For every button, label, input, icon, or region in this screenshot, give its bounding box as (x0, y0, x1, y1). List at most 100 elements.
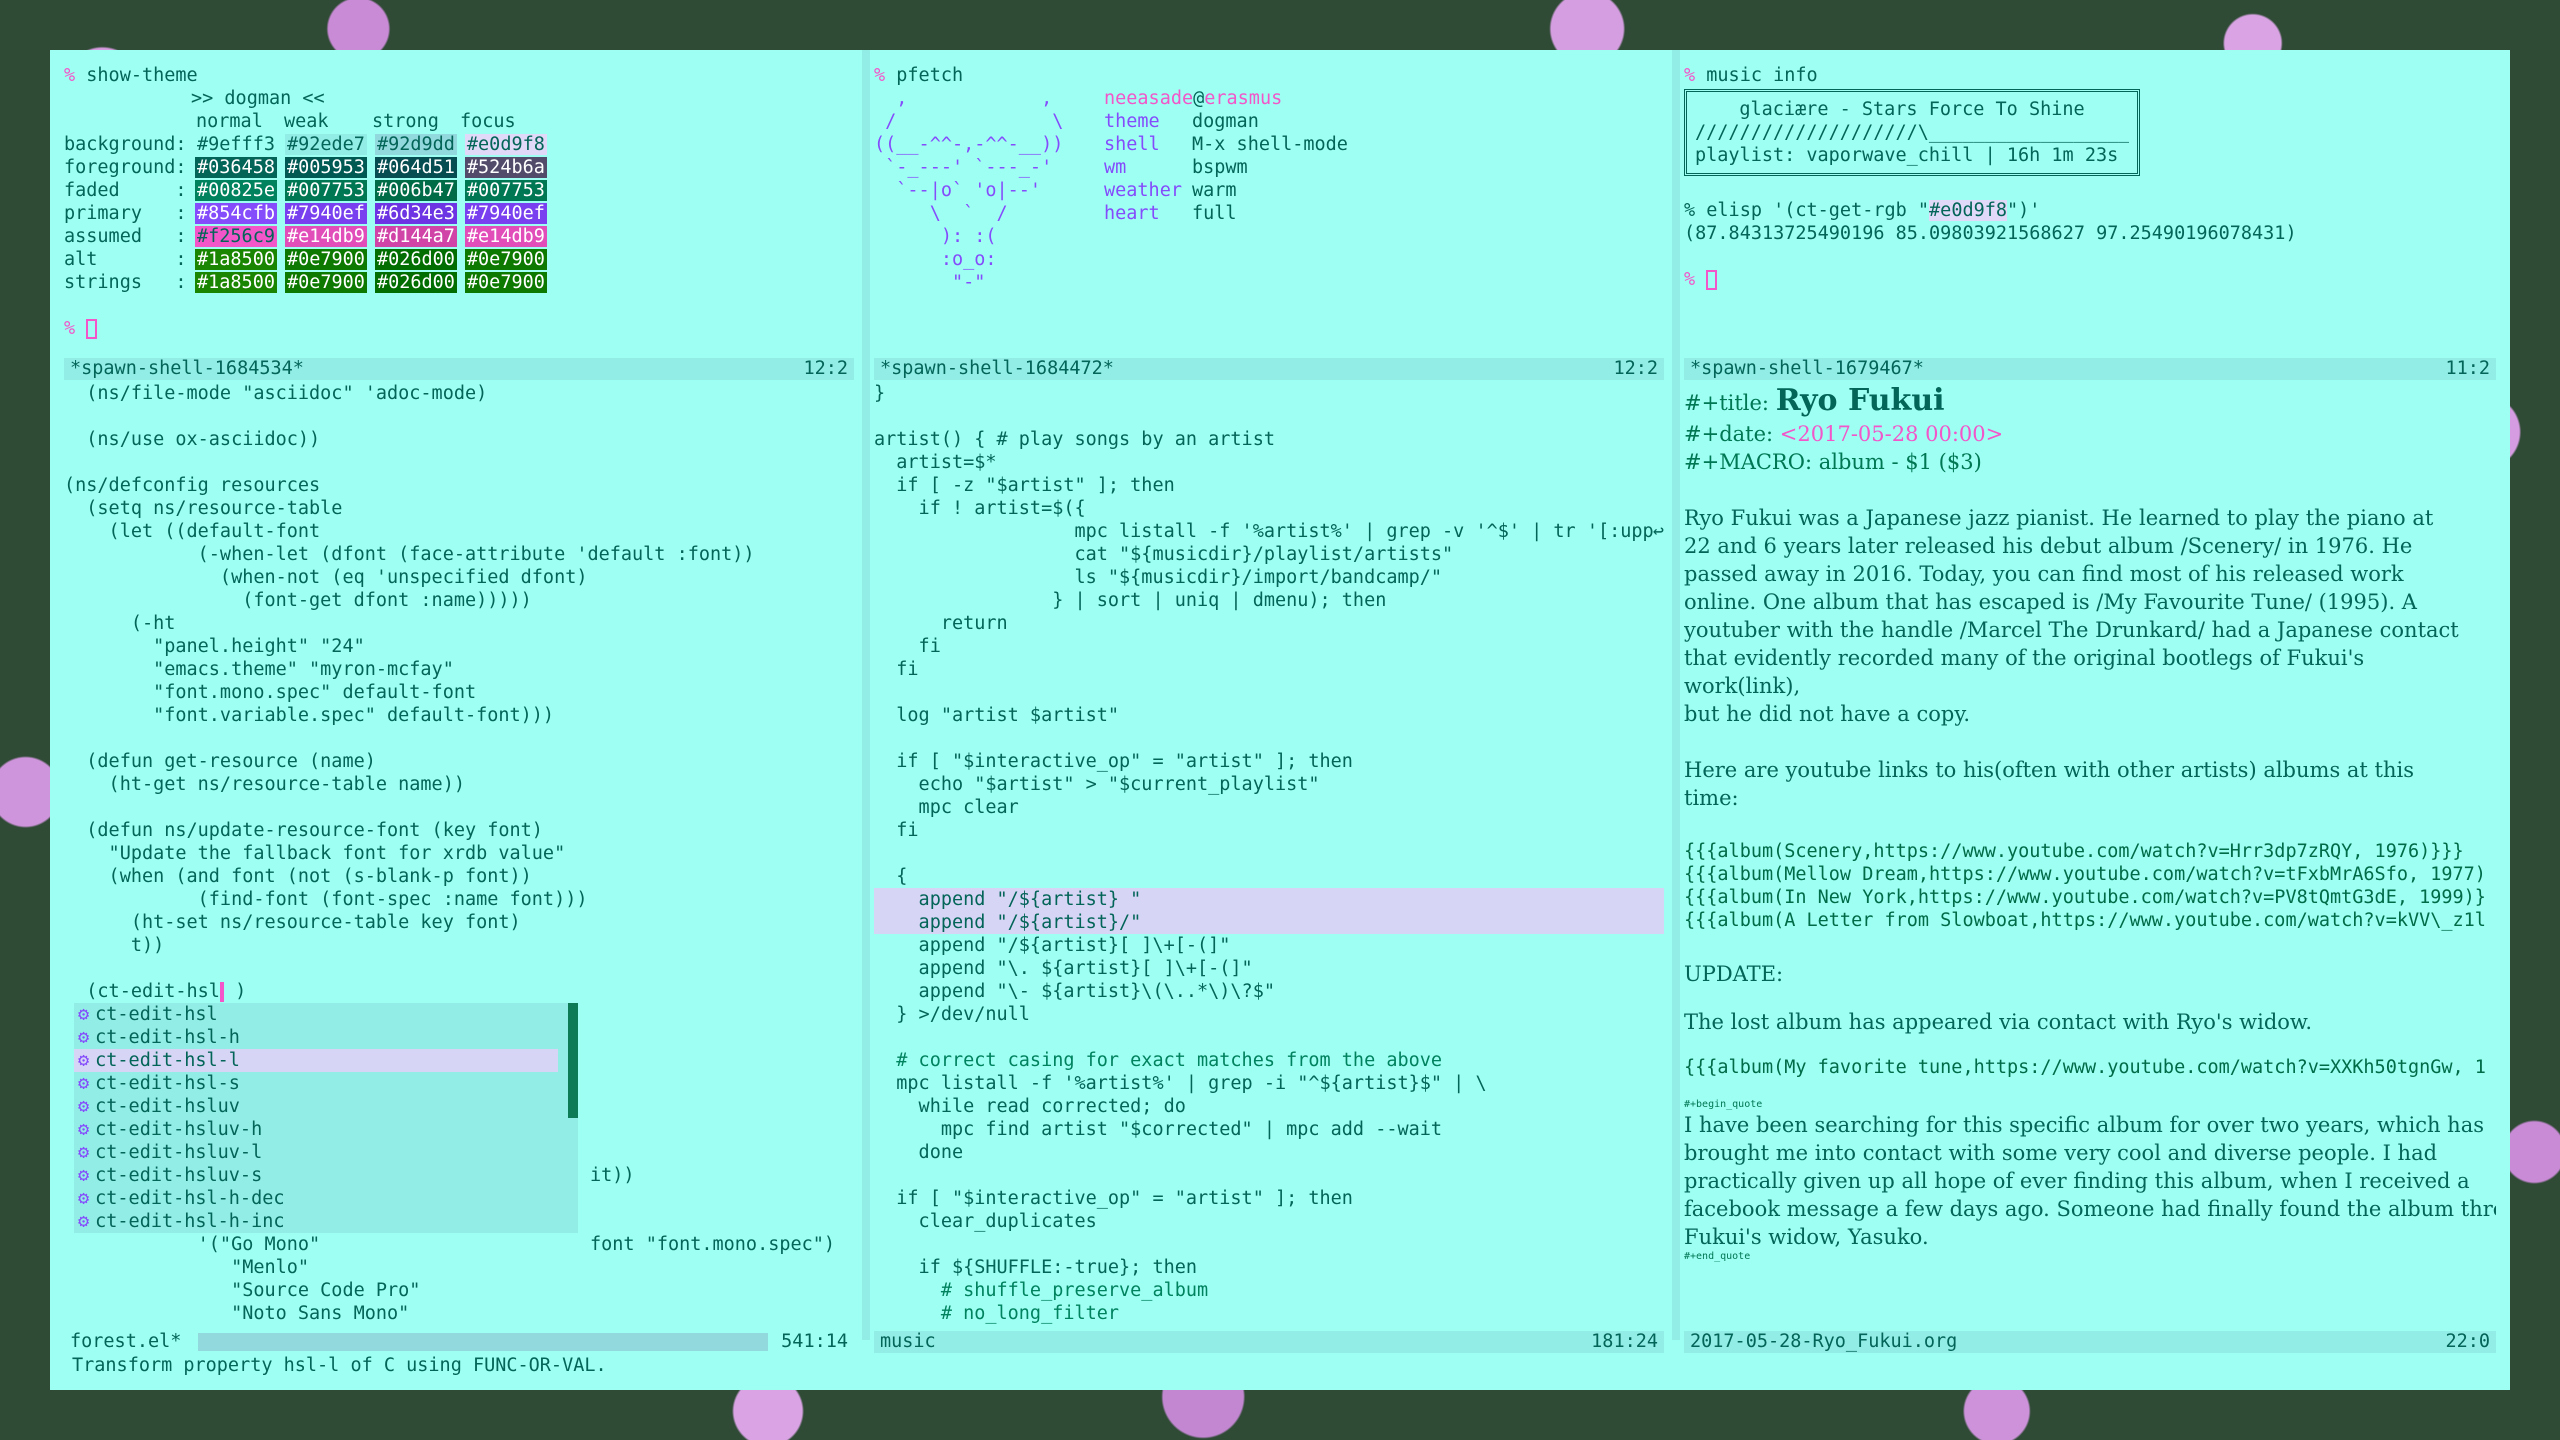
completion-popup[interactable]: ⚙ ct-edit-hsl ⚙ ct-edit-hsl-h ⚙ ct-edit-hsl-l… (74, 1003, 578, 1233)
code-line: log "artist $artist" (874, 705, 1120, 726)
completion-item[interactable]: ⚙ ct-edit-hsl (74, 1003, 558, 1026)
gear-icon: ⚙ (78, 1027, 90, 1048)
cursor-position: 12:2 (1613, 358, 1658, 379)
color-swatch: #524b6a (464, 157, 547, 178)
completion-item[interactable]: ⚙ ct-edit-hsl-s (74, 1072, 558, 1095)
elisp-prefix: % elisp '(ct-get-rgb " (1684, 200, 1930, 221)
buffer-name: forest.el* (70, 1331, 182, 1352)
completion-item[interactable]: ⚙ ct-edit-hsl-h-dec (74, 1187, 558, 1210)
code-line: } | sort | uniq | dmenu); then (874, 590, 1387, 611)
completion-label: ct-edit-hsl-h (95, 1027, 240, 1048)
pfetch-key: weather (1104, 180, 1182, 201)
theme-row: alt : #1a8500 #0e7900 #026d00 #0e7900 (64, 248, 854, 271)
completion-item[interactable]: ⚙ ct-edit-hsluv (74, 1095, 558, 1118)
pfetch-info-row: wm bspwm (1104, 156, 1348, 179)
modeline-shell-2[interactable]: *spawn-shell-1684472* 12:2 (874, 358, 1664, 380)
theme-row-label: primary : (64, 203, 187, 224)
color-swatch: #1a8500 (195, 272, 277, 293)
ascii-art-line: `-_---' `---_-' (874, 157, 1053, 178)
pfetch-info-rows: theme dogman shell M-x shell-mode wm bspwm wea… (1104, 110, 1348, 225)
org-pane[interactable]: #+title: Ryo Fukui #+date: <2017-05-28 0… (1684, 382, 2496, 1328)
color-swatch: #e14db9 (464, 226, 547, 247)
now-playing-title: glaciære - Stars Force To Shine (1739, 99, 2085, 120)
code-line: (ct-edit-hsl ) (64, 981, 247, 1002)
org-keyword: #+date: (1684, 422, 1780, 446)
pfetch-info: neeasade@erasmus theme dogman shell M-x she… (1104, 87, 1348, 225)
window-divider[interactable] (1672, 50, 1680, 1340)
window-divider[interactable] (862, 50, 870, 1340)
color-swatch: #0e7900 (284, 249, 367, 270)
elisp-result: (87.84313725490196 85.09803921568627 97.… (1684, 223, 2297, 244)
pfetch-info-row: heart full (1104, 202, 1348, 225)
gear-icon: ⚙ (78, 1096, 90, 1117)
cursor-position: 12:2 (803, 358, 848, 379)
music-pane[interactable]: % music info glaciære - Stars Force To S… (1684, 64, 2496, 354)
completion-item[interactable]: ⚙ ct-edit-hsl-l (74, 1049, 558, 1072)
elisp-editor-pane[interactable]: (ns/file-mode "asciidoc" 'adoc-mode) (ns… (64, 382, 854, 1328)
code-line: clear_duplicates (874, 1211, 1097, 1232)
org-album-macro: {{{album(In New York,https://www.youtube… (1684, 887, 2486, 908)
org-album-macro: {{{album(My favorite tune,https://www.yo… (1684, 1057, 2486, 1078)
theme-row-label: strings : (64, 272, 187, 293)
completion-label: ct-edit-hsl-l (95, 1050, 240, 1071)
code-line: "emacs.theme" "myron-mcfay" (64, 659, 454, 680)
code-line: } >/dev/null (874, 1004, 1030, 1025)
org-date: <2017-05-28 00:00> (1779, 422, 2004, 446)
completion-item[interactable]: ⚙ ct-edit-hsluv-l (74, 1141, 558, 1164)
color-swatch: #e14db9 (284, 226, 367, 247)
code-line: ls "${musicdir}/import/bandcamp/" (874, 567, 1443, 588)
color-swatch: #007753 (464, 180, 547, 201)
pfetch-value: M-x shell-mode (1192, 134, 1348, 155)
modeline-music[interactable]: music 181:24 (874, 1331, 1664, 1353)
theme-row: assumed : #f256c9 #e14db9 #d144a7 #e14db9 (64, 225, 854, 248)
code-line: mpc find artist "$corrected" | mpc add -… (874, 1119, 1443, 1140)
completion-list[interactable]: ⚙ ct-edit-hsl ⚙ ct-edit-hsl-h ⚙ ct-edit-hsl-l… (74, 1003, 578, 1233)
org-date-line: #+date: <2017-05-28 00:00> (1684, 420, 2496, 448)
modeline-org[interactable]: 2017-05-28-Ryo_Fukui.org 22:0 (1684, 1331, 2496, 1353)
theme-swatch-table: background: #9efff3 #92ede7 #92d9dd #e0d9f8 f… (64, 133, 854, 294)
modeline-forest[interactable]: forest.el* 541:14 (64, 1331, 854, 1353)
pfetch-key: theme (1104, 111, 1160, 132)
theme-pane[interactable]: % show-theme >> dogman << normal weak stro… (64, 64, 854, 354)
pfetch-value: warm (1192, 180, 1237, 201)
modeline-shell-1[interactable]: *spawn-shell-1684534* 12:2 (64, 358, 854, 380)
pfetch-info-row: shell M-x shell-mode (1104, 133, 1348, 156)
pfetch-pane[interactable]: % pfetch , , / \ ((__-^^-,-^^-__)) `-_---… (874, 64, 1664, 354)
org-text-line: work(link), (1684, 674, 1801, 698)
code-line: (defun get-resource (name) (64, 751, 376, 772)
completion-label: ct-edit-hsluv-l (95, 1142, 263, 1163)
pfetch-host: erasmus (1204, 88, 1283, 109)
org-text-line: that evidently recorded many of the orig… (1684, 646, 2365, 670)
code-line: t)) (64, 935, 165, 956)
color-swatch: #854cfb (195, 203, 277, 224)
theme-column-header: focus (460, 111, 516, 132)
buffer-name: *spawn-shell-1684472* (880, 358, 1114, 379)
theme-column-header: weak (284, 111, 329, 132)
pfetch-at: @ (1193, 88, 1205, 109)
color-swatch: #92d9dd (374, 134, 457, 155)
now-playing-box: glaciære - Stars Force To Shine ////////… (1684, 89, 2140, 176)
theme-row-label: foreground: (64, 157, 187, 178)
pfetch-key: heart (1104, 203, 1160, 224)
shell-prompt: % (1684, 269, 1707, 290)
code-line: (font-get dfont :name))))) (64, 590, 532, 611)
completion-item[interactable]: ⚙ ct-edit-hsl-h-inc (74, 1210, 558, 1233)
pfetch-command-line: % pfetch (874, 64, 1664, 87)
completion-item[interactable]: ⚙ ct-edit-hsluv-h (74, 1118, 558, 1141)
modeline-shell-3[interactable]: *spawn-shell-1679467* 11:2 (1684, 358, 2496, 380)
dog-ascii-art: , , / \ ((__-^^-,-^^-__)) `-_---' `---_-'… (874, 87, 1094, 294)
completion-item[interactable]: ⚙ ct-edit-hsluv-s (74, 1164, 558, 1187)
org-album-macros: {{{album(Scenery,https://www.youtube.com… (1684, 840, 2496, 932)
shell-script-pane[interactable]: } artist() { # play songs by an artist ar… (874, 382, 1664, 1328)
org-text-line: time: (1684, 786, 1739, 810)
code-line: artist() { # play songs by an artist (874, 429, 1275, 450)
completion-scrollbar[interactable] (568, 1003, 578, 1118)
code-line: fi (874, 636, 941, 657)
completion-item[interactable]: ⚙ ct-edit-hsl-h (74, 1026, 558, 1049)
shell-buffer[interactable]: } artist() { # play songs by an artist ar… (874, 382, 1664, 1325)
code-line: } (874, 383, 886, 404)
